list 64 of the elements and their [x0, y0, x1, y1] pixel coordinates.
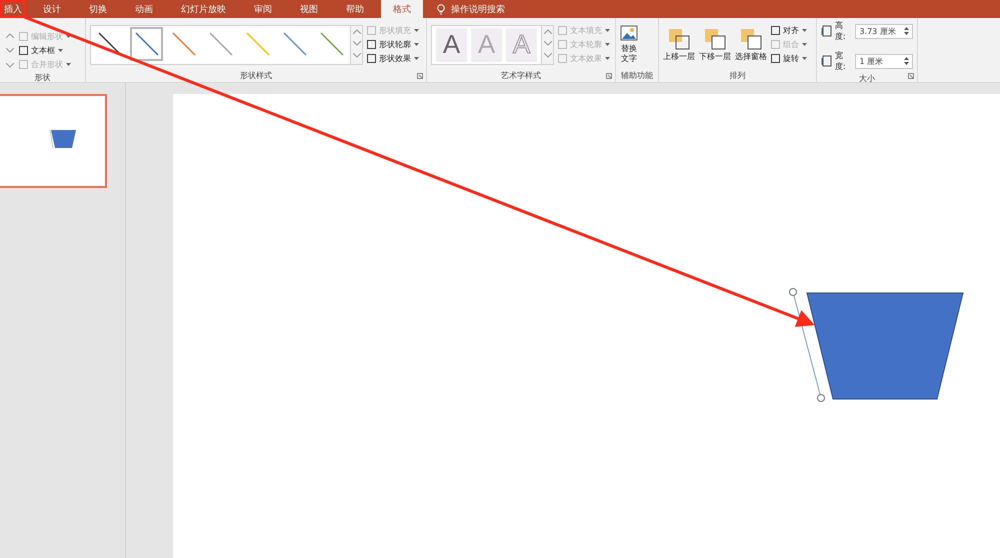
- dropdown-caret-icon: [802, 43, 807, 46]
- dropdown-caret-icon: [605, 29, 610, 32]
- dropdown-caret-icon: [605, 43, 610, 46]
- trapezoid-shape[interactable]: [806, 292, 964, 400]
- arrange-button[interactable]: 下移一层: [699, 28, 731, 62]
- ribbon-command[interactable]: 旋转: [771, 53, 807, 64]
- field-label: 宽度:: [834, 50, 847, 72]
- scroll-down-icon[interactable]: [6, 62, 14, 68]
- ribbon-command[interactable]: 文本框: [19, 44, 71, 56]
- alt-text-button[interactable]: 替换文字: [620, 25, 638, 64]
- wordart-preset[interactable]: A: [436, 28, 467, 62]
- ribbon-tab[interactable]: 插入: [0, 0, 26, 18]
- line-style-swatch[interactable]: [130, 26, 163, 60]
- layers-icon: [704, 28, 726, 50]
- dropdown-caret-icon: [802, 57, 807, 60]
- picture-icon: [620, 25, 638, 44]
- scroll-down-icon[interactable]: [6, 48, 14, 52]
- tell-me-search[interactable]: 操作说明搜索: [437, 0, 505, 18]
- size-input[interactable]: 1 厘米: [855, 54, 913, 68]
- layers-icon: [668, 28, 690, 50]
- dropdown-caret-icon: [802, 29, 807, 32]
- ribbon-command[interactable]: 对齐: [771, 25, 807, 36]
- spinner-icon[interactable]: [904, 56, 909, 66]
- dimension-icon: [821, 55, 833, 67]
- dropdown-caret-icon: [66, 34, 71, 38]
- group-label: 形状样式: [239, 70, 273, 82]
- arrange-button[interactable]: 上移一层: [663, 28, 695, 62]
- dropdown-caret-icon: [414, 57, 419, 60]
- group-label: 艺术字样式: [500, 70, 542, 82]
- dropdown-caret-icon: [58, 48, 63, 52]
- ribbon-tab[interactable]: 格式: [381, 0, 423, 18]
- lightbulb-icon: [437, 4, 445, 14]
- scroll-up-icon[interactable]: [6, 32, 14, 38]
- dropdown-caret-icon: [414, 29, 419, 32]
- ribbon-tab[interactable]: 审阅: [243, 0, 283, 18]
- dialog-launcher-icon[interactable]: [417, 73, 423, 79]
- trapezoid-icon: [49, 129, 77, 149]
- ribbon-tab[interactable]: 切换: [78, 0, 118, 18]
- dimension-icon: [821, 25, 833, 37]
- group-label: 排列: [728, 70, 746, 82]
- scroll-up-icon[interactable]: [544, 29, 552, 34]
- spinner-icon[interactable]: [904, 26, 909, 36]
- ribbon-tab[interactable]: 幻灯片放映: [170, 0, 237, 18]
- slide-thumbnail[interactable]: [0, 94, 107, 188]
- arrange-button[interactable]: 选择窗格: [735, 28, 767, 62]
- group-label: 形状: [34, 72, 52, 84]
- dialog-launcher-icon[interactable]: [606, 73, 612, 79]
- layers-icon: [740, 28, 762, 50]
- ribbon-tab[interactable]: 设计: [32, 0, 72, 18]
- dropdown-caret-icon: [414, 43, 419, 46]
- ribbon-tab[interactable]: 动画: [124, 0, 164, 18]
- dialog-launcher-icon[interactable]: [908, 73, 914, 79]
- dropdown-caret-icon: [605, 57, 610, 60]
- group-label: 辅助功能: [620, 70, 654, 82]
- size-input[interactable]: 3.73 厘米: [855, 24, 913, 38]
- scroll-up-icon[interactable]: [352, 29, 360, 34]
- dropdown-caret-icon: [66, 62, 71, 66]
- group-label: 大小: [858, 73, 876, 85]
- field-label: 高度:: [834, 20, 847, 42]
- ribbon-command[interactable]: 形状轮廓: [367, 39, 419, 50]
- ribbon-tab[interactable]: 帮助: [335, 0, 375, 18]
- ribbon-command[interactable]: 形状效果: [367, 53, 419, 64]
- selected-line[interactable]: [789, 288, 825, 402]
- ribbon-tab[interactable]: 视图: [289, 0, 329, 18]
